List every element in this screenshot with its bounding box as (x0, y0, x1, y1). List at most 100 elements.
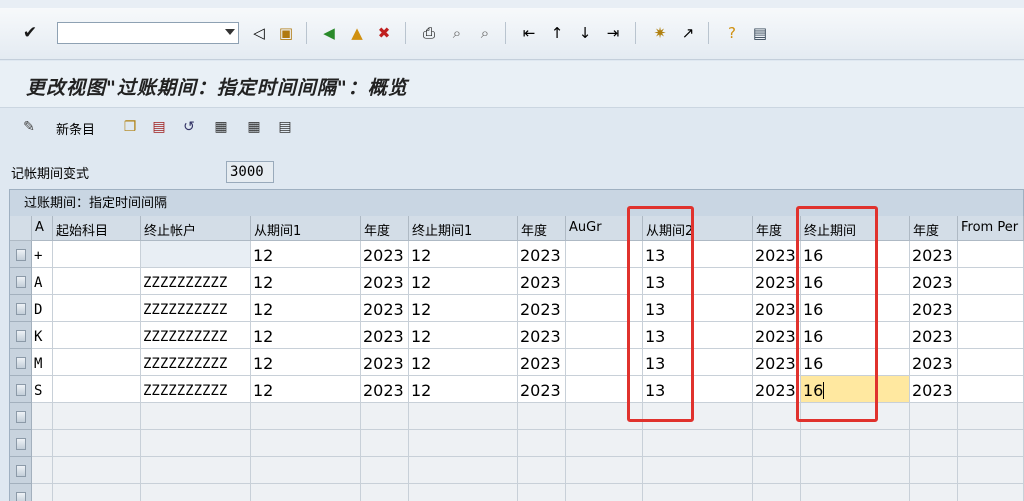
from-period-3-cell[interactable] (958, 268, 1024, 295)
new-entries-button[interactable]: 新条目 (56, 119, 95, 138)
from-period-3-cell[interactable] (958, 376, 1024, 403)
from-period-3-cell[interactable] (958, 295, 1024, 322)
from-account-cell[interactable] (53, 349, 141, 376)
command-field[interactable] (57, 22, 239, 44)
empty-cell[interactable] (53, 403, 141, 430)
key-cell[interactable]: K (32, 322, 53, 349)
variant-field[interactable]: 3000 (226, 161, 274, 183)
year-1a-cell[interactable]: 2023 (361, 322, 409, 349)
year-2a-cell[interactable]: 2023 (753, 268, 801, 295)
deselect-all-icon[interactable]: ▤ (276, 118, 294, 136)
empty-cell[interactable] (643, 457, 753, 484)
empty-cell[interactable] (518, 403, 566, 430)
to-account-cell[interactable]: ZZZZZZZZZZ (141, 376, 251, 403)
cancel-icon[interactable]: ✖ (374, 23, 394, 43)
undo-icon[interactable]: ↺ (180, 118, 198, 136)
year-2b-cell[interactable]: 2023 (910, 268, 958, 295)
from-account-cell[interactable] (53, 295, 141, 322)
row-selector[interactable] (10, 376, 32, 403)
key-cell[interactable]: + (32, 241, 53, 268)
from-period-3-cell[interactable] (958, 349, 1024, 376)
row-selector[interactable] (10, 295, 32, 322)
from-period-1-cell[interactable]: 12 (251, 268, 361, 295)
year-2a-cell[interactable]: 2023 (753, 241, 801, 268)
back-icon[interactable]: ◁ (249, 23, 269, 43)
to-account-cell[interactable]: ZZZZZZZZZZ (141, 349, 251, 376)
year-2b-col-header[interactable]: 年度 (910, 216, 958, 241)
empty-cell[interactable] (910, 430, 958, 457)
empty-cell[interactable] (518, 457, 566, 484)
copy-icon[interactable]: ❐ (121, 118, 139, 136)
row-selector[interactable] (10, 349, 32, 376)
empty-cell[interactable] (361, 403, 409, 430)
chevron-down-icon[interactable] (225, 29, 235, 35)
print-icon[interactable]: ⎙ (419, 23, 439, 43)
row-selector[interactable] (10, 457, 32, 484)
empty-cell[interactable] (753, 484, 801, 501)
empty-cell[interactable] (141, 457, 251, 484)
from-account-cell[interactable] (53, 376, 141, 403)
year-1b-cell[interactable]: 2023 (518, 322, 566, 349)
from-period-3-cell[interactable] (958, 322, 1024, 349)
empty-cell[interactable] (361, 430, 409, 457)
empty-cell[interactable] (566, 430, 643, 457)
to-period-1-cell[interactable]: 12 (409, 241, 518, 268)
from-period-1-col-header[interactable]: 从期间1 (251, 216, 361, 241)
year-2a-cell[interactable]: 2023 (753, 295, 801, 322)
empty-cell[interactable] (958, 457, 1024, 484)
from-period-3-cell[interactable] (958, 241, 1024, 268)
year-1b-col-header[interactable]: 年度 (518, 216, 566, 241)
from-period-1-cell[interactable]: 12 (251, 376, 361, 403)
to-period-1-cell[interactable]: 12 (409, 376, 518, 403)
key-cell[interactable]: S (32, 376, 53, 403)
empty-cell[interactable] (643, 430, 753, 457)
empty-cell[interactable] (251, 403, 361, 430)
year-1b-cell[interactable]: 2023 (518, 268, 566, 295)
key-cell[interactable]: A (32, 268, 53, 295)
empty-cell[interactable] (958, 403, 1024, 430)
find-icon[interactable]: ⌕ (447, 23, 467, 43)
empty-cell[interactable] (141, 430, 251, 457)
year-2a-cell[interactable]: 2023 (753, 322, 801, 349)
empty-cell[interactable] (753, 430, 801, 457)
empty-cell[interactable] (958, 484, 1024, 501)
empty-cell[interactable] (409, 403, 518, 430)
empty-cell[interactable] (53, 484, 141, 501)
prev-page-icon[interactable]: ↑ (547, 23, 567, 43)
first-page-icon[interactable]: ⇤ (519, 23, 539, 43)
row-selector[interactable] (10, 322, 32, 349)
empty-cell[interactable] (643, 484, 753, 501)
from-period-3-col-header[interactable]: From Per (958, 216, 1024, 241)
pencil-icon[interactable]: ✎ (20, 118, 38, 136)
row-selector[interactable] (10, 484, 32, 501)
from-period-1-cell[interactable]: 12 (251, 241, 361, 268)
year-1b-cell[interactable]: 2023 (518, 295, 566, 322)
empty-cell[interactable] (910, 484, 958, 501)
empty-cell[interactable] (141, 484, 251, 501)
to-account-cell[interactable]: ZZZZZZZZZZ (141, 295, 251, 322)
save-icon[interactable]: ▣ (276, 23, 296, 43)
empty-cell[interactable] (910, 457, 958, 484)
shortcut-icon[interactable]: ↗ (678, 23, 698, 43)
to-period-1-cell[interactable]: 12 (409, 295, 518, 322)
empty-cell[interactable] (801, 484, 910, 501)
empty-cell[interactable] (801, 457, 910, 484)
to-account-col-header[interactable]: 终止帐户 (141, 216, 251, 241)
empty-cell[interactable] (566, 484, 643, 501)
select-all-icon[interactable]: ▦ (212, 118, 230, 136)
empty-cell[interactable] (958, 430, 1024, 457)
empty-cell[interactable] (251, 430, 361, 457)
empty-cell[interactable] (409, 430, 518, 457)
from-period-1-cell[interactable]: 12 (251, 349, 361, 376)
from-period-1-cell[interactable]: 12 (251, 322, 361, 349)
empty-cell[interactable] (53, 430, 141, 457)
empty-cell[interactable] (518, 484, 566, 501)
empty-cell[interactable] (251, 484, 361, 501)
from-account-cell[interactable] (53, 268, 141, 295)
year-1a-cell[interactable]: 2023 (361, 376, 409, 403)
year-2a-cell[interactable]: 2023 (753, 376, 801, 403)
empty-cell[interactable] (32, 430, 53, 457)
to-period-1-cell[interactable]: 12 (409, 349, 518, 376)
year-1b-cell[interactable]: 2023 (518, 349, 566, 376)
year-1b-cell[interactable]: 2023 (518, 241, 566, 268)
